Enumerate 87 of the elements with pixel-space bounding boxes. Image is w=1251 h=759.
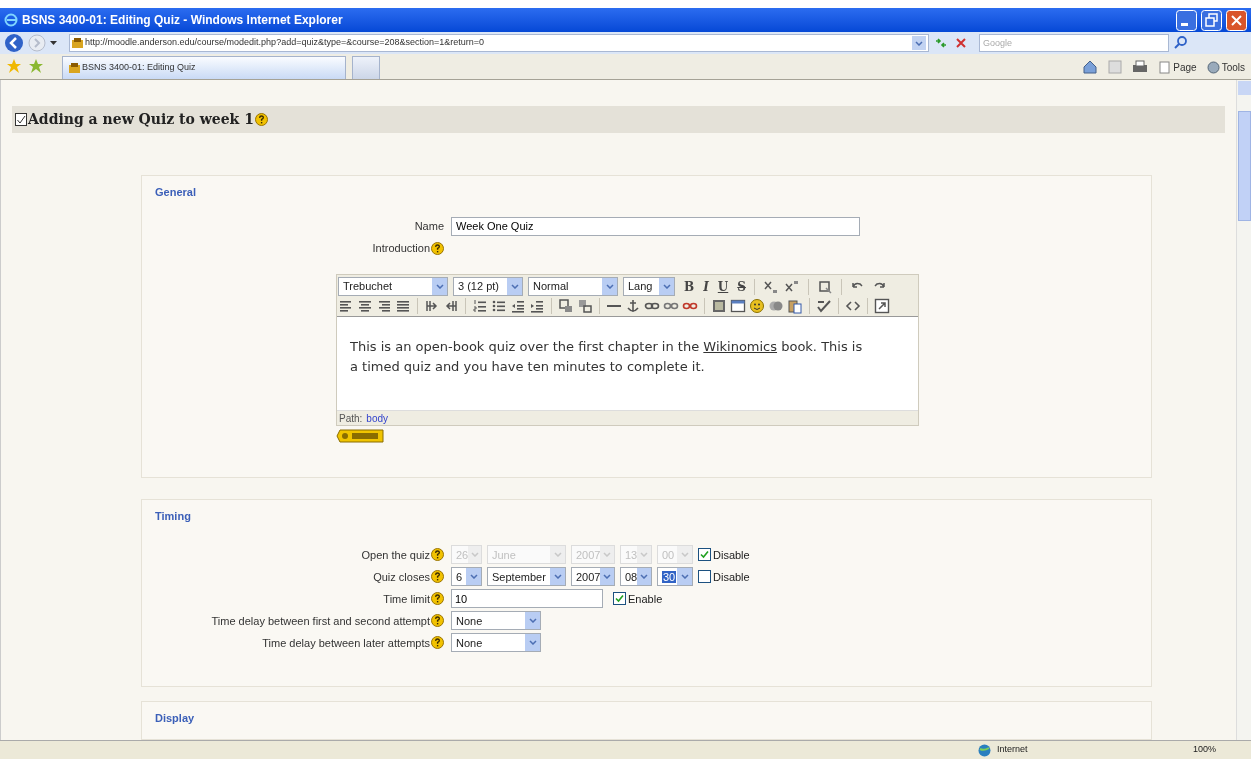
path-label: Path: <box>339 411 363 426</box>
print-icon[interactable] <box>1132 59 1149 75</box>
format-button[interactable]: S <box>737 280 746 293</box>
editor-text-area[interactable]: This is an open-book quiz over the first chapter in the Wikinomics book. This is a timed quiz and you have ten minutes to complete it. <box>337 316 918 411</box>
dropdown-arrow-icon[interactable] <box>50 41 57 45</box>
format-button[interactable]: U <box>717 280 729 293</box>
checkbox[interactable]: Enable <box>613 590 663 608</box>
dropdown[interactable]: 3 (12 pt) <box>453 277 523 297</box>
section-legend: Timing <box>155 508 191 525</box>
zoom-button[interactable]: 100% <box>1193 743 1243 757</box>
dropdown[interactable]: None <box>451 611 541 631</box>
dropdown[interactable]: September <box>487 567 566 587</box>
page-title: Adding a new Quiz to week 1 <box>28 110 254 130</box>
name-field[interactable]: Week One Quiz <box>451 216 860 236</box>
path-link[interactable]: body <box>366 410 389 426</box>
address-field[interactable]: http://moodle.anderson.edu/course/modedit.php?add=quiz&type=&course=208&section=1&return=0 <box>69 34 929 52</box>
page-icon <box>72 37 83 49</box>
field-label: Open the quiz <box>361 547 430 563</box>
field-label: Quiz closes <box>373 569 430 585</box>
dropdown[interactable]: None <box>451 633 541 653</box>
globe-icon <box>978 743 991 757</box>
table-icon[interactable] <box>730 298 746 315</box>
justify-icon[interactable] <box>395 298 411 315</box>
dropdown[interactable]: 08 <box>620 567 652 587</box>
book-link[interactable]: Wikinomics <box>703 339 778 355</box>
format-button[interactable]: B <box>684 280 695 293</box>
security-zone: Internet <box>997 743 1029 757</box>
help-tag-icon[interactable] <box>336 429 384 444</box>
help-icon[interactable] <box>431 614 444 628</box>
align-right-icon[interactable] <box>376 298 392 315</box>
back-icon[interactable] <box>4 33 24 53</box>
dropdown[interactable]: 2007 <box>571 567 615 587</box>
field-label: Time delay between first and second attempt <box>211 613 430 629</box>
quiz-icon <box>15 113 27 127</box>
fullscreen-icon[interactable] <box>874 298 890 315</box>
search-icon[interactable] <box>1173 35 1189 51</box>
help-icon[interactable] <box>254 113 268 127</box>
numbered-list-icon[interactable] <box>472 298 488 315</box>
help-icon[interactable] <box>431 636 444 650</box>
section-legend: Display <box>155 709 195 727</box>
indent-icon[interactable] <box>529 298 545 315</box>
clean-format-icon[interactable] <box>816 278 833 295</box>
gear-icon <box>1206 60 1220 74</box>
page-icon <box>1158 60 1172 74</box>
anchor-icon[interactable] <box>625 298 641 315</box>
dropdown[interactable]: 30 <box>657 567 693 587</box>
field-label: Name <box>414 219 444 234</box>
field-label: Time delay between later attempts <box>262 635 430 651</box>
window-title: BSNS 3400-01: Editing Quiz - Windows Internet Explorer <box>22 12 344 29</box>
paste-icon[interactable] <box>787 298 803 315</box>
field-label: Time limit <box>383 591 430 607</box>
scrollbar[interactable] <box>1236 80 1251 740</box>
outdent-icon[interactable] <box>510 298 526 315</box>
page-icon <box>69 62 80 74</box>
restore-icon[interactable] <box>1201 9 1222 31</box>
help-icon[interactable] <box>431 570 444 584</box>
dropdown[interactable]: Normal <box>528 277 618 297</box>
spellcheck-icon[interactable] <box>816 298 832 315</box>
editor-text: This is an open-book quiz over the first chapter in the Wikinomics book. This is a timed quiz and you have ten minutes to complete it. <box>350 338 864 377</box>
field-label: Introduction <box>372 241 430 256</box>
section-legend: General <box>155 183 196 201</box>
browser-icon <box>4 13 18 27</box>
align-left-icon[interactable] <box>338 298 354 315</box>
dropdown[interactable]: Lang <box>623 277 675 297</box>
minimize-icon[interactable] <box>1176 9 1197 31</box>
checkmark-icon <box>700 550 709 560</box>
align-center-icon[interactable] <box>357 298 373 315</box>
search-field[interactable]: Google <box>979 34 1169 52</box>
highlight-icon[interactable] <box>577 298 593 315</box>
dropdown[interactable]: 6 <box>451 567 482 587</box>
browser-tab[interactable]: BSNS 3400-01: Editing Quiz <box>62 56 346 79</box>
time-limit-field[interactable]: 10 <box>451 589 603 609</box>
favorites-star-icon[interactable] <box>6 58 22 74</box>
format-button[interactable]: I <box>703 280 709 293</box>
text-color-icon[interactable] <box>558 298 574 315</box>
smiley-icon[interactable] <box>749 298 765 315</box>
checkbox[interactable]: Disable <box>698 568 750 586</box>
help-icon[interactable] <box>431 548 444 562</box>
command-button[interactable]: Tools <box>1206 59 1245 75</box>
command-button[interactable]: Page <box>1158 59 1197 75</box>
help-icon[interactable] <box>431 592 444 606</box>
close-icon[interactable] <box>1226 9 1247 31</box>
home-icon[interactable] <box>1082 59 1099 75</box>
checkmark-icon <box>615 594 624 604</box>
dropdown[interactable]: Trebuchet <box>338 277 448 297</box>
image-icon[interactable] <box>711 298 727 315</box>
help-icon[interactable] <box>431 241 444 255</box>
